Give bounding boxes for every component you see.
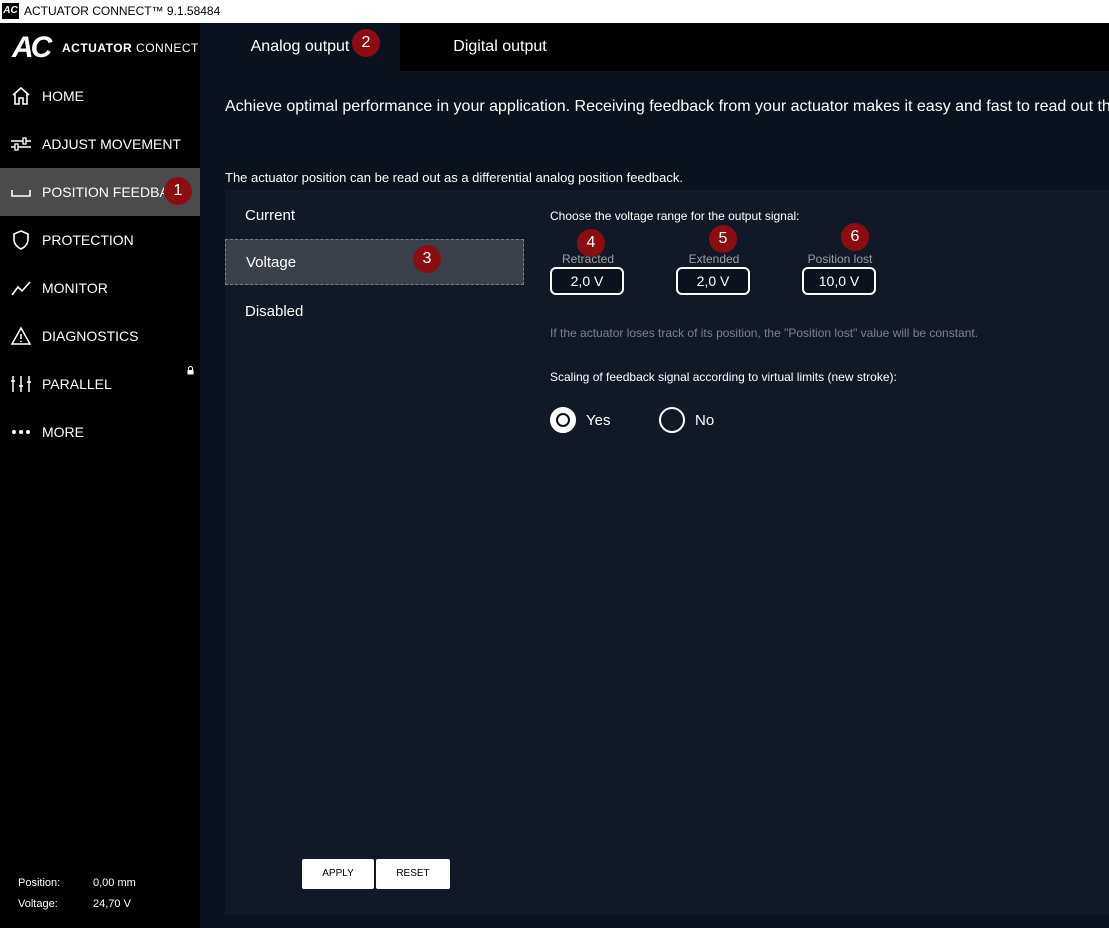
status-row-voltage: Voltage: 24,70 V <box>18 893 136 914</box>
status-value: 24,70 V <box>93 897 131 910</box>
voltage-range-heading: Choose the voltage range for the output … <box>550 209 800 223</box>
status-value: 0,00 mm <box>93 876 136 889</box>
sidebar-item-label: HOME <box>42 88 84 104</box>
sidebar: AC ACTUATOR CONNECT HOME ADJUST MOVEMENT… <box>0 23 200 928</box>
radio-no[interactable]: No <box>659 407 714 433</box>
radio-circle[interactable] <box>659 407 685 433</box>
intro-text: Achieve optimal performance in your appl… <box>225 98 1109 115</box>
logo-mark: AC <box>12 31 52 64</box>
retracted-input[interactable]: 2,0 V <box>550 267 624 295</box>
sidebar-item-label: ADJUST MOVEMENT <box>42 136 181 152</box>
sidebar-item-protection[interactable]: PROTECTION <box>0 216 200 264</box>
radio-label: Yes <box>586 411 611 429</box>
window-title: ACTUATOR CONNECT™ 9.1.58484 <box>24 4 221 18</box>
sidebar-item-label: MONITOR <box>42 280 108 296</box>
position-feedback-icon <box>10 181 32 203</box>
logo-word-light: CONNECT <box>132 41 199 55</box>
sidebar-item-label: PROTECTION <box>42 232 134 248</box>
tab-bar: Analog output Digital output <box>200 23 1109 71</box>
sidebar-item-home[interactable]: HOME <box>0 72 200 120</box>
status-key: Voltage: <box>18 897 58 910</box>
sidebar-item-label: DIAGNOSTICS <box>42 328 139 344</box>
sidebar-item-adjust-movement[interactable]: ADJUST MOVEMENT <box>0 120 200 168</box>
option-current[interactable]: Current <box>225 193 524 239</box>
option-disabled[interactable]: Disabled <box>225 289 524 335</box>
status-row-position: Position: 0,00 mm <box>18 872 136 893</box>
description-text: The actuator position can be read out as… <box>225 170 683 185</box>
chart-line-icon <box>10 277 32 299</box>
shield-icon <box>10 229 32 251</box>
annotation-badge: 6 <box>841 223 869 251</box>
sidebar-item-parallel[interactable]: PARALLEL <box>0 360 200 408</box>
feedback-panel: Current Voltage Disabled Choose the volt… <box>225 190 1109 915</box>
logo-word-bold: ACTUATOR <box>62 41 133 55</box>
extended-label: Extended <box>688 252 740 266</box>
sidebar-item-more[interactable]: MORE <box>0 408 200 456</box>
sidebar-item-monitor[interactable]: MONITOR <box>0 264 200 312</box>
tab-digital-output[interactable]: Digital output <box>400 23 600 71</box>
home-icon <box>10 85 32 107</box>
parallel-icon <box>10 373 32 395</box>
more-dots-icon <box>10 421 32 443</box>
radio-label: No <box>695 411 715 429</box>
scaling-heading: Scaling of feedback signal according to … <box>550 370 897 384</box>
sidebar-item-label: PARALLEL <box>42 376 112 392</box>
lock-icon <box>187 366 194 375</box>
sidebar-item-label: MORE <box>42 424 84 440</box>
apply-button[interactable]: APPLY <box>302 859 374 889</box>
annotation-badge: 2 <box>352 29 380 57</box>
radio-circle-selected[interactable] <box>550 407 576 433</box>
sliders-icon <box>10 133 32 155</box>
status-key: Position: <box>18 876 61 889</box>
sidebar-item-label: POSITION FEEDBACK <box>42 184 164 200</box>
warning-icon <box>10 325 32 347</box>
device-status: Position: 0,00 mm Voltage: 24,70 V <box>18 872 136 914</box>
position-lost-note: If the actuator loses track of its posit… <box>550 326 979 340</box>
extended-input[interactable]: 2,0 V <box>676 267 750 295</box>
annotation-badge: 5 <box>709 225 737 253</box>
app-icon: AC <box>2 3 19 19</box>
sidebar-item-diagnostics[interactable]: DIAGNOSTICS <box>0 312 200 360</box>
annotation-badge: 4 <box>577 229 605 257</box>
logo-wordmark: ACTUATOR CONNECT <box>62 41 199 55</box>
radio-yes[interactable]: Yes <box>550 407 610 433</box>
sidebar-nav: HOME ADJUST MOVEMENT POSITION FEEDBACK P… <box>0 72 200 456</box>
annotation-badge: 3 <box>413 245 441 273</box>
option-voltage[interactable]: Voltage <box>225 239 524 285</box>
position-lost-label: Position lost <box>807 252 873 266</box>
title-bar: AC ACTUATOR CONNECT™ 9.1.58484 <box>0 0 1109 23</box>
reset-button[interactable]: RESET <box>376 859 450 889</box>
position-lost-input[interactable]: 10,0 V <box>802 267 876 295</box>
annotation-badge: 1 <box>164 177 192 205</box>
